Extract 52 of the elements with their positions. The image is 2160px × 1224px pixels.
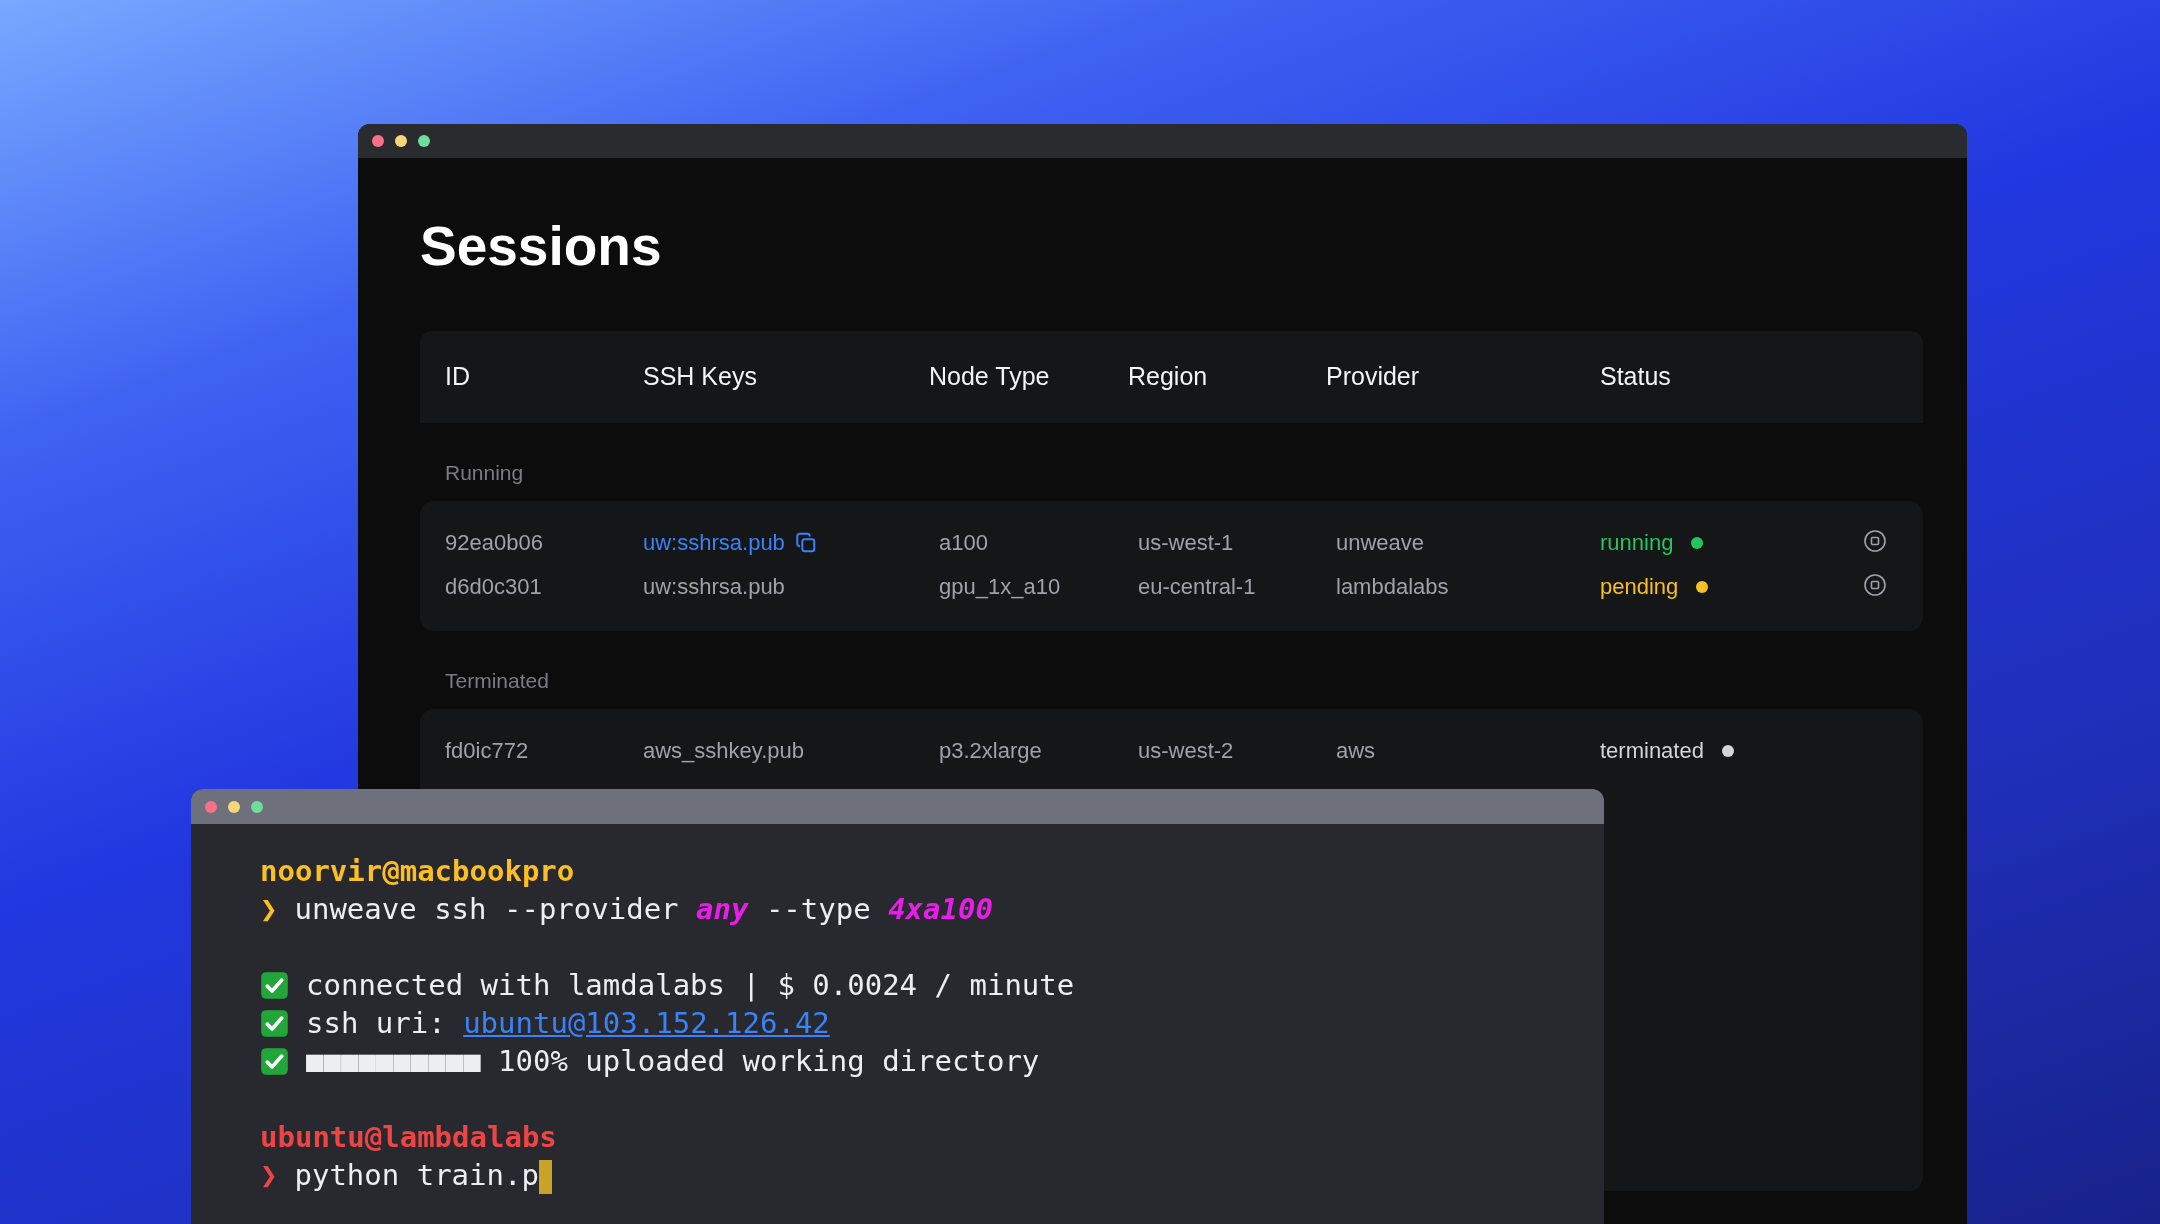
stop-icon[interactable]	[1863, 528, 1887, 553]
window-control-dot[interactable]	[251, 800, 263, 813]
prompt-symbol: ❯	[260, 891, 278, 928]
table-cell-text: p3.2xlarge	[938, 737, 1043, 764]
group-label: Terminated	[445, 668, 550, 694]
table-cell-text: fd0ic772	[445, 737, 530, 764]
page-title: Sessions	[420, 216, 663, 277]
uri-link[interactable]: ubuntu@103.152.126.42	[463, 1006, 830, 1040]
terminal-text: --type	[765, 892, 871, 926]
table-cell-text: aws	[1335, 737, 1377, 764]
column-header: Provider	[1326, 362, 1421, 391]
prompt-host: noorvir@macbookpro	[260, 853, 575, 890]
table-cell-text: us-west-2	[1137, 737, 1235, 764]
column-header: Region	[1128, 362, 1209, 391]
table-cell: aws_sshkey.pub	[643, 737, 804, 764]
command-argument: 4xa100	[888, 892, 993, 926]
prompt-symbol: ❯	[260, 1157, 278, 1194]
check-icon	[260, 1046, 289, 1076]
check-icon	[260, 970, 289, 1000]
window-control-dot[interactable]	[205, 800, 217, 813]
key-link[interactable]: uw:sshrsa.pub	[643, 529, 785, 556]
table-cell-text: unweave	[1335, 529, 1426, 556]
table-cell-text: d6d0c301	[445, 573, 543, 600]
copy-icon[interactable]	[794, 531, 817, 554]
column-header: Node Type	[929, 362, 1051, 391]
terminal-text: python train.p	[294, 1158, 539, 1192]
stop-icon[interactable]	[1863, 572, 1887, 597]
column-header: Status	[1600, 362, 1672, 391]
window-control-dot[interactable]	[228, 800, 240, 813]
terminal-text: unweave ssh --provider	[294, 892, 679, 926]
table-cell-text: eu-central-1	[1137, 573, 1257, 600]
check-icon	[260, 1008, 289, 1038]
column-header: SSH Keys	[643, 362, 758, 391]
terminal-text: ■■■■■■■■■■ 100% uploaded working directory	[306, 1044, 1040, 1078]
status-label: pending	[1600, 573, 1679, 600]
window-control-dot[interactable]	[395, 135, 407, 147]
table-cell-text: 92ea0b06	[445, 529, 544, 556]
prompt-host: ubuntu@lambdalabs	[260, 1119, 557, 1156]
table-cell-text: a100	[938, 529, 989, 556]
table-cell-text: lambdalabs	[1335, 573, 1450, 600]
column-header: ID	[445, 362, 471, 391]
status-label: running	[1600, 529, 1674, 556]
status-label: terminated	[1600, 737, 1704, 764]
command-argument: any	[696, 892, 749, 926]
table-cell: uw:sshrsa.pub	[643, 573, 785, 600]
terminal-text: ssh uri:	[306, 1006, 446, 1040]
terminal-text: connected with lamdalabs | $ 0.0024 / minute	[306, 968, 1075, 1002]
group-label: Running	[445, 460, 525, 486]
table-cell-text: gpu_1x_a10	[938, 573, 1062, 600]
window-control-dot[interactable]	[418, 135, 430, 147]
window-control-dot[interactable]	[372, 135, 384, 147]
table-cell-text: us-west-1	[1137, 529, 1235, 556]
